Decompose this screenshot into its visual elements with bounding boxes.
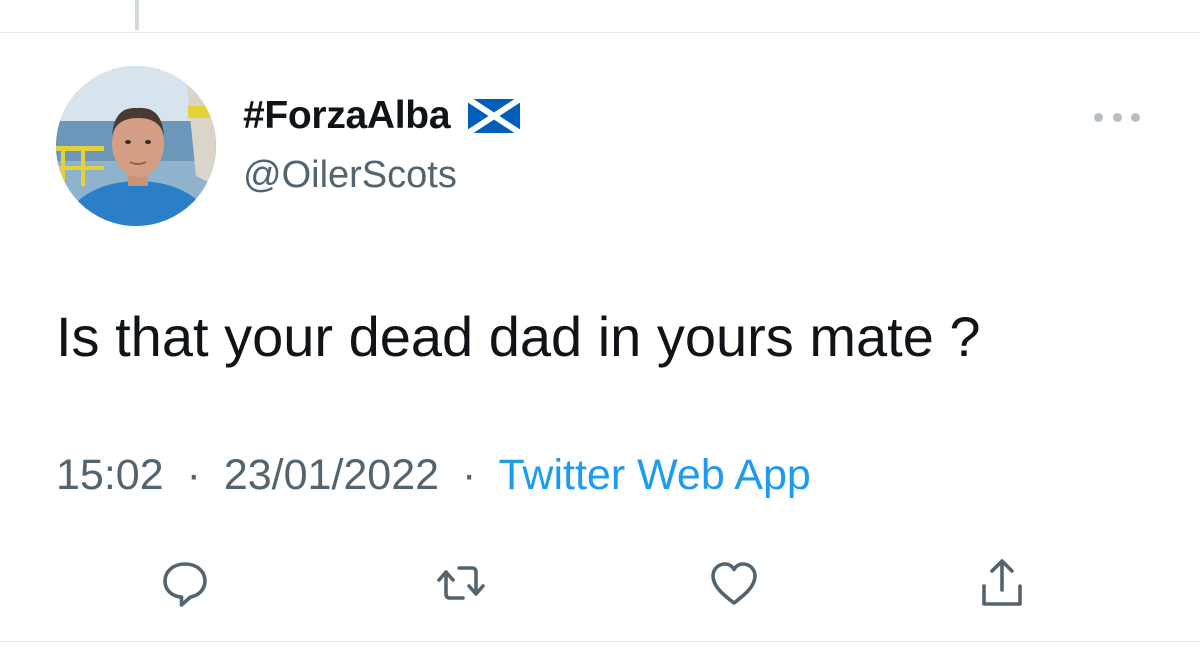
reply-icon — [163, 562, 207, 607]
scotland-flag-icon — [468, 99, 521, 133]
more-dot — [1112, 112, 1122, 122]
action-bar — [0, 548, 1200, 618]
retweet-button[interactable] — [426, 548, 496, 618]
reply-button[interactable] — [150, 548, 220, 618]
avatar[interactable] — [56, 66, 216, 226]
separator: · — [186, 451, 201, 499]
tweet-text: Is that your dead dad in yours mate ? — [56, 305, 981, 368]
tweet-source-link[interactable]: Twitter Web App — [499, 451, 811, 499]
bottom-divider — [0, 641, 1200, 642]
separator: · — [462, 451, 477, 499]
like-button[interactable] — [699, 548, 769, 618]
share-button[interactable] — [967, 548, 1037, 618]
more-dot — [1094, 112, 1103, 122]
avatar-image — [56, 66, 216, 226]
more-dot — [1131, 112, 1140, 122]
author-handle[interactable]: @OilerScots — [243, 154, 457, 197]
tweet-card: #ForzaAlba @OilerScots Is that your dead… — [0, 0, 1200, 647]
author-name-row: #ForzaAlba — [243, 94, 521, 138]
more-options-button[interactable] — [1094, 104, 1140, 130]
share-icon — [982, 559, 1022, 606]
tweet-date[interactable]: 23/01/2022 — [224, 451, 439, 499]
display-name[interactable]: #ForzaAlba — [243, 94, 451, 138]
heart-icon — [711, 562, 757, 605]
thread-connector-line — [135, 0, 139, 30]
tweet-time[interactable]: 15:02 — [56, 451, 164, 499]
tweet-metadata: 15:02 · 23/01/2022 · Twitter Web App — [56, 451, 811, 500]
top-divider — [0, 32, 1200, 33]
retweet-icon — [437, 566, 485, 600]
